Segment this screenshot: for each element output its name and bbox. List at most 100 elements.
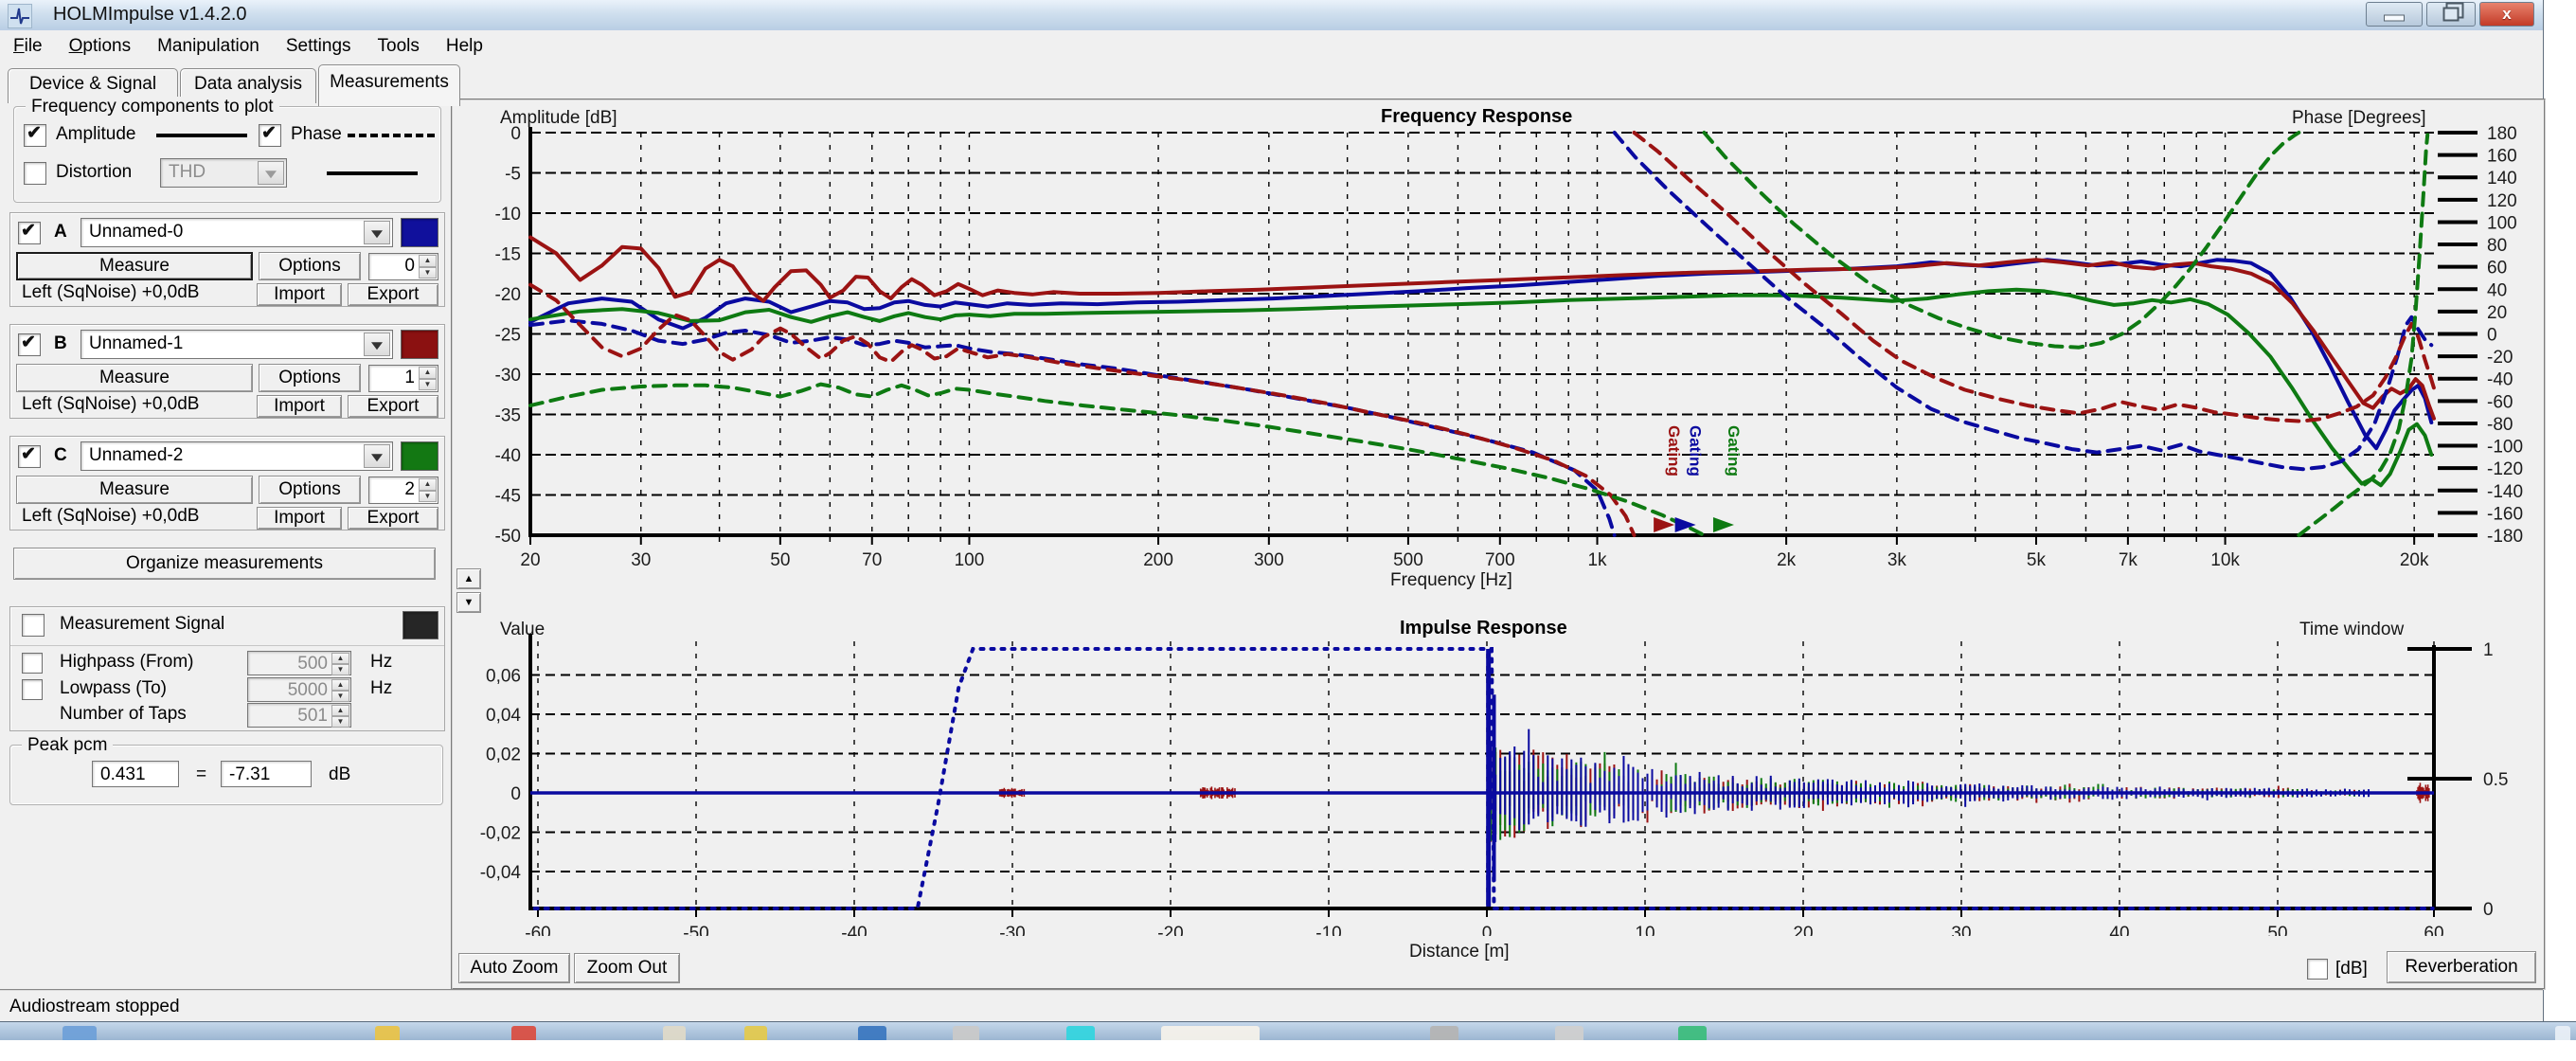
- export-button[interactable]: Export: [348, 283, 438, 306]
- menu-item-manipulation[interactable]: Manipulation: [144, 30, 273, 64]
- svg-text:-25: -25: [495, 326, 521, 346]
- gating-marker[interactable]: Gating: [1654, 425, 1683, 532]
- tab-measurements[interactable]: Measurements: [318, 64, 460, 106]
- taps-spinner[interactable]: 501 ▲▼: [247, 703, 351, 728]
- highpass-checkbox[interactable]: [22, 653, 43, 674]
- reverberation-button[interactable]: Reverberation: [2387, 951, 2536, 983]
- measurement-c-name-combo[interactable]: Unnamed-2: [80, 441, 393, 471]
- menu-item-file[interactable]: File: [0, 30, 56, 64]
- options-button[interactable]: Options: [259, 476, 361, 504]
- spin-up-icon[interactable]: ▲: [419, 367, 437, 379]
- curve-c-phase: [530, 385, 1704, 535]
- taskbar-icon[interactable]: [858, 1026, 886, 1040]
- spin-down-icon[interactable]: ▼: [419, 267, 437, 279]
- dropdown-button[interactable]: [364, 444, 390, 468]
- amplitude-checkbox[interactable]: ✔: [24, 124, 46, 147]
- db-scale-checkbox[interactable]: [2307, 959, 2328, 980]
- peak-db-unit: dB: [329, 764, 350, 785]
- distortion-label: Distortion: [56, 162, 132, 183]
- taskbar-icon[interactable]: [1066, 1026, 1095, 1040]
- title-bar[interactable]: HOLMImpulse v1.4.2.0 x: [0, 0, 2543, 31]
- options-button[interactable]: Options: [259, 252, 361, 280]
- measurement-b-color-swatch[interactable]: [401, 330, 438, 359]
- lowpass-checkbox[interactable]: [22, 679, 43, 700]
- dropdown-button[interactable]: [364, 333, 390, 356]
- phase-checkbox[interactable]: ✔: [259, 124, 281, 147]
- gating-marker[interactable]: Gating: [1713, 425, 1743, 532]
- chevron-down-icon: [371, 342, 383, 350]
- measurement-id: C: [54, 445, 67, 466]
- measure-button[interactable]: Measure: [16, 476, 253, 504]
- menu-item-help[interactable]: Help: [433, 30, 496, 64]
- taskbar-icon[interactable]: [953, 1026, 979, 1040]
- measure-button[interactable]: Measure: [16, 252, 253, 280]
- spin-down-icon[interactable]: ▼: [331, 716, 349, 728]
- taskbar-icon[interactable]: [2555, 1026, 2570, 1040]
- measure-button[interactable]: Measure: [16, 364, 253, 392]
- spin-up-icon[interactable]: ▲: [331, 653, 349, 664]
- lowpass-spinner[interactable]: 5000 ▲▼: [247, 677, 351, 702]
- minimize-button[interactable]: [2366, 2, 2423, 27]
- svg-text:30: 30: [1951, 924, 1971, 936]
- taskbar-icon[interactable]: [375, 1026, 400, 1040]
- peak-db-value-field[interactable]: -7.31: [221, 761, 312, 787]
- measurement-a-name-combo[interactable]: Unnamed-0: [80, 218, 393, 247]
- impulse-response-plot[interactable]: -60-50-40-30-20-1001020304050600,060,040…: [453, 614, 2544, 936]
- restore-button[interactable]: [2426, 2, 2476, 27]
- spin-up-icon[interactable]: ▲: [331, 679, 349, 691]
- taskbar-icon[interactable]: [663, 1026, 686, 1040]
- svg-text:60: 60: [2424, 924, 2443, 936]
- plot-scale-up-button[interactable]: ▲: [456, 568, 481, 589]
- taskbar[interactable]: [0, 1021, 2576, 1040]
- spin-down-icon[interactable]: ▼: [419, 379, 437, 391]
- menu-item-tools[interactable]: Tools: [365, 30, 433, 64]
- spin-down-icon[interactable]: ▼: [419, 491, 437, 503]
- measurement-a-color-swatch[interactable]: [401, 218, 438, 247]
- measurement-a-index-spinner[interactable]: 0 ▲▼: [368, 253, 438, 280]
- spin-up-icon[interactable]: ▲: [331, 705, 349, 716]
- zoom-out-button[interactable]: Zoom Out: [574, 953, 680, 983]
- taskbar-icon[interactable]: [744, 1026, 767, 1040]
- chevron-down-icon: [371, 454, 383, 461]
- measurement-b-index-spinner[interactable]: 1 ▲▼: [368, 365, 438, 392]
- measurement-signal-checkbox[interactable]: [22, 614, 45, 637]
- plot-scale-down-button[interactable]: ▼: [456, 592, 481, 613]
- peak-pcm-value-field[interactable]: 0.431: [92, 761, 179, 787]
- highpass-spinner[interactable]: 500 ▲▼: [247, 651, 351, 675]
- spin-up-icon[interactable]: ▲: [419, 255, 437, 267]
- measurement-c-color-swatch[interactable]: [401, 441, 438, 471]
- options-button[interactable]: Options: [259, 364, 361, 392]
- measurement-b-checkbox[interactable]: ✔: [18, 333, 41, 356]
- measurement-b-name-combo[interactable]: Unnamed-1: [80, 330, 393, 359]
- spin-down-icon[interactable]: ▼: [331, 691, 349, 702]
- import-button[interactable]: Import: [257, 283, 342, 306]
- organize-measurements-button[interactable]: Organize measurements: [13, 548, 436, 580]
- taskbar-icon[interactable]: [1555, 1026, 1583, 1040]
- measurement-c-index-spinner[interactable]: 2 ▲▼: [368, 477, 438, 504]
- export-button[interactable]: Export: [348, 395, 438, 418]
- menu-item-settings[interactable]: Settings: [273, 30, 365, 64]
- spin-down-icon[interactable]: ▼: [331, 664, 349, 675]
- taskbar-icon[interactable]: [1430, 1026, 1458, 1040]
- taskbar-icon[interactable]: [63, 1026, 97, 1040]
- import-button[interactable]: Import: [257, 507, 342, 530]
- spin-up-icon[interactable]: ▲: [419, 478, 437, 491]
- distortion-checkbox[interactable]: [24, 162, 46, 185]
- measurement-signal-color-swatch[interactable]: [402, 611, 438, 639]
- export-button[interactable]: Export: [348, 507, 438, 530]
- measurement-c-checkbox[interactable]: ✔: [18, 445, 41, 468]
- import-button[interactable]: Import: [257, 395, 342, 418]
- svg-text:80: 80: [2487, 236, 2507, 256]
- distortion-mode-select[interactable]: THD: [160, 158, 287, 188]
- menu-item-options[interactable]: Options: [56, 30, 144, 64]
- taskbar-icon[interactable]: [1161, 1026, 1260, 1040]
- dropdown-button[interactable]: [258, 161, 284, 185]
- taskbar-icon[interactable]: [1678, 1026, 1707, 1040]
- close-button[interactable]: x: [2479, 2, 2534, 27]
- dropdown-button[interactable]: [364, 221, 390, 244]
- time-window-curve[interactable]: [535, 649, 2433, 908]
- taskbar-icon[interactable]: [511, 1026, 536, 1040]
- frequency-response-plot[interactable]: 0-5-10-15-20-25-30-35-40-45-502030507010…: [453, 100, 2544, 602]
- auto-zoom-button[interactable]: Auto Zoom: [458, 953, 570, 983]
- measurement-a-checkbox[interactable]: ✔: [18, 222, 41, 244]
